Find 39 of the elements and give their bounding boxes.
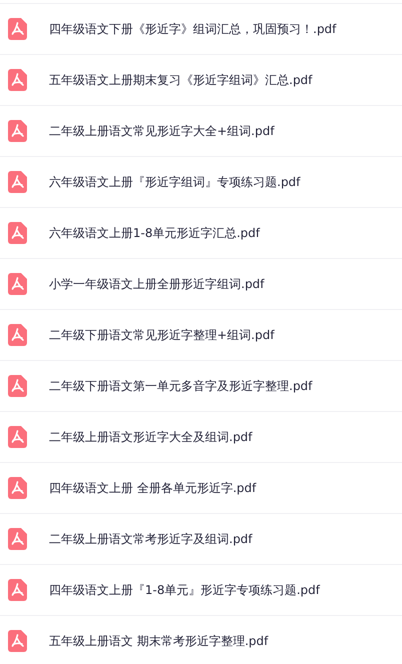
file-name: 二年级上册语文形近字大全及组词.pdf bbox=[49, 428, 252, 446]
file-name: 六年级语文上册1-8单元形近字汇总.pdf bbox=[49, 224, 260, 242]
pdf-file-icon bbox=[8, 324, 27, 346]
pdf-file-icon bbox=[8, 630, 27, 652]
file-item[interactable]: 四年级语文上册『1-8单元』形近字专项练习题.pdf bbox=[0, 564, 402, 615]
pdf-file-icon bbox=[8, 171, 27, 193]
pdf-file-icon bbox=[8, 69, 27, 91]
file-name: 四年级语文上册 全册各单元形近字.pdf bbox=[49, 480, 256, 496]
file-item[interactable]: 四年级语文上册 全册各单元形近字.pdf bbox=[0, 462, 402, 513]
file-item[interactable]: 二年级上册语文常考形近字及组词.pdf bbox=[0, 513, 402, 564]
file-name: 五年级语文上册期末复习《形近字组词》汇总.pdf bbox=[49, 72, 312, 88]
file-item[interactable]: 四年级语文下册《形近字》组词汇总，巩固预习！.pdf bbox=[0, 3, 402, 54]
pdf-file-icon bbox=[8, 18, 27, 40]
file-item[interactable]: 六年级语文上册1-8单元形近字汇总.pdf bbox=[0, 207, 402, 258]
pdf-file-icon bbox=[8, 579, 27, 601]
file-name: 二年级下册语文第一单元多音字及形近字整理.pdf bbox=[49, 378, 312, 394]
file-item[interactable]: 二年级下册语文常见形近字整理+组词.pdf bbox=[0, 309, 402, 360]
file-name: 六年级语文上册『形近字组词』专项练习题.pdf bbox=[49, 174, 300, 190]
pdf-file-icon bbox=[8, 477, 27, 499]
pdf-file-icon bbox=[8, 426, 27, 448]
pdf-file-icon bbox=[8, 222, 27, 244]
pdf-file-icon bbox=[8, 273, 27, 295]
pdf-file-icon bbox=[8, 120, 27, 142]
file-name: 二年级上册语文常考形近字及组词.pdf bbox=[49, 530, 252, 548]
file-name: 五年级上册语文 期末常考形近字整理.pdf bbox=[49, 632, 268, 650]
pdf-file-icon bbox=[8, 528, 27, 550]
file-item[interactable]: 二年级下册语文第一单元多音字及形近字整理.pdf bbox=[0, 360, 402, 411]
file-item[interactable]: 二年级上册语文形近字大全及组词.pdf bbox=[0, 411, 402, 462]
file-item[interactable]: 五年级语文上册期末复习《形近字组词》汇总.pdf bbox=[0, 54, 402, 105]
file-item[interactable]: 六年级语文上册『形近字组词』专项练习题.pdf bbox=[0, 156, 402, 207]
file-name: 四年级语文上册『1-8单元』形近字专项练习题.pdf bbox=[49, 582, 320, 598]
file-name: 小学一年级语文上册全册形近字组词.pdf bbox=[49, 276, 264, 292]
file-item[interactable]: 五年级上册语文 期末常考形近字整理.pdf bbox=[0, 615, 402, 664]
file-name: 二年级上册语文常见形近字大全+组词.pdf bbox=[49, 122, 274, 140]
file-name: 二年级下册语文常见形近字整理+组词.pdf bbox=[49, 326, 274, 344]
pdf-file-icon bbox=[8, 375, 27, 397]
file-item[interactable]: 小学一年级语文上册全册形近字组词.pdf bbox=[0, 258, 402, 309]
file-item[interactable]: 二年级上册语文常见形近字大全+组词.pdf bbox=[0, 105, 402, 156]
file-name: 四年级语文下册《形近字》组词汇总，巩固预习！.pdf bbox=[49, 20, 336, 38]
